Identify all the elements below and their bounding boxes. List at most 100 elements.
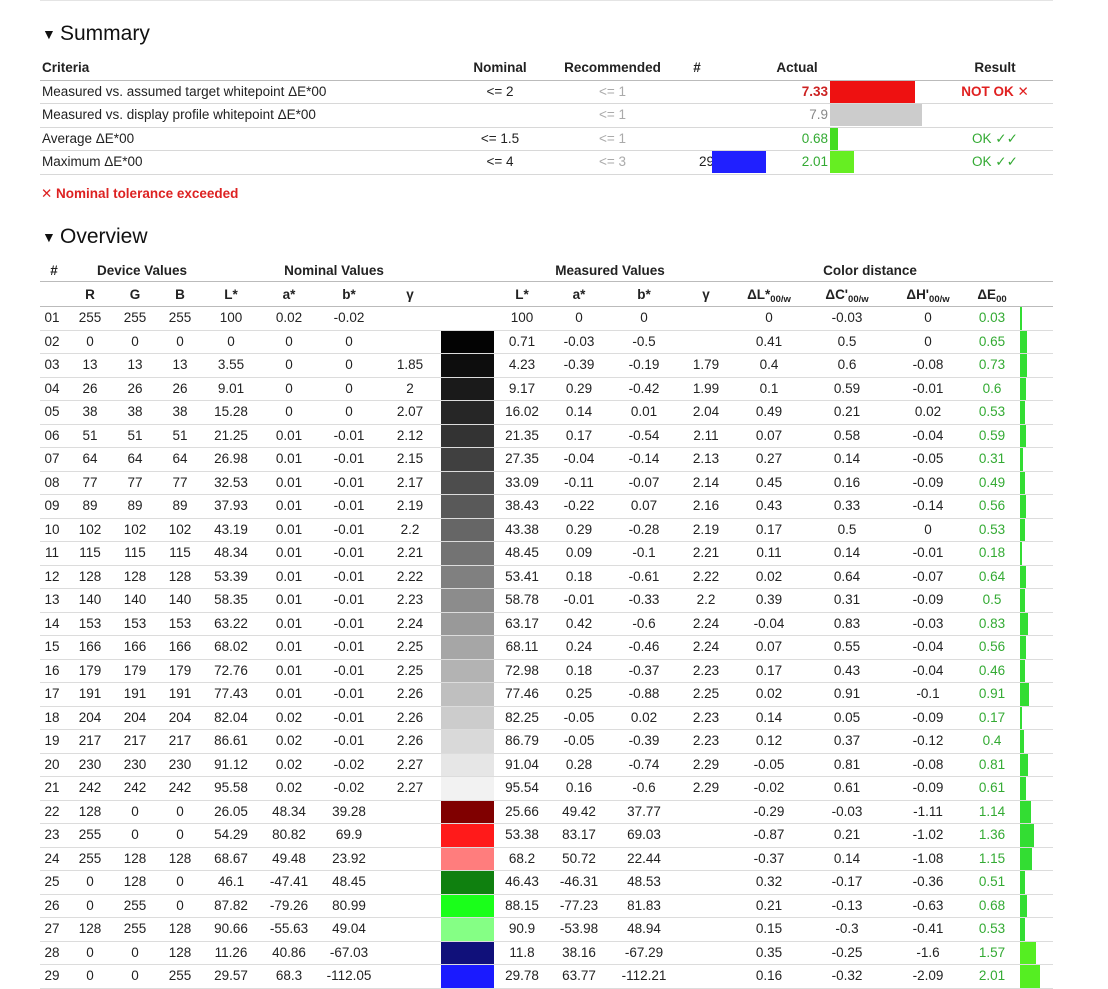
col-nominal-l: L*: [224, 287, 238, 302]
cell-device-g: 115: [124, 545, 146, 560]
cell-delta-c: 0.61: [833, 780, 861, 795]
cell-delta-e: 0.03: [978, 310, 1006, 325]
cell-nominal-l: 90.66: [214, 921, 248, 936]
cell-measured-gamma: 2.29: [692, 780, 720, 795]
cell-measured-gamma: 2.19: [692, 521, 720, 537]
cell-nominal-l: 48.34: [214, 545, 248, 560]
cell-nominal-gamma: 2.26: [396, 709, 424, 725]
summary-title: Summary: [60, 22, 150, 45]
col-delta-c: ΔC'00/w: [825, 287, 869, 305]
color-swatch: [441, 636, 494, 659]
cell-device-r: 0: [86, 968, 94, 983]
cell-measured-gamma: 2.11: [693, 427, 719, 443]
delta-e-bar: [1020, 871, 1025, 894]
cell-device-r: 0: [86, 333, 94, 349]
cell-delta-h: -1.08: [912, 850, 944, 866]
cell-device-r: 217: [78, 733, 102, 748]
cell-nominal-a: 0.01: [275, 639, 303, 654]
cell-measured-a: -0.22: [563, 498, 595, 513]
cell-measured-a: 0.14: [565, 404, 593, 419]
cell-delta-c: -0.25: [831, 944, 863, 960]
cell-delta-c: -0.13: [831, 897, 863, 913]
cell-measured-l: 95.54: [505, 780, 539, 795]
cell-patch-number: 01: [44, 310, 60, 325]
cell-patch-number: 22: [44, 803, 60, 819]
cell-nominal-l: 11.26: [214, 944, 248, 960]
cell-measured-b: -0.39: [628, 733, 660, 748]
cell-nominal-a: 68.3: [275, 968, 303, 983]
cell-delta-c: 0.21: [833, 827, 861, 842]
delta-e-bar: [1020, 683, 1029, 706]
summary-value-bar: [830, 127, 838, 150]
summary-result: NOT OK ✕: [961, 83, 1029, 99]
cell-nominal-l: 0: [227, 333, 235, 349]
table-row: 22 128 0 0 26.05 48.34 39.28 25.66 49.42 37.77 -0.…: [40, 800, 1053, 824]
cell-delta-l: 0.39: [755, 592, 783, 607]
cell-measured-a: 0.18: [565, 568, 593, 584]
cell-nominal-b: 80.99: [332, 897, 366, 913]
delta-e-bar: [1020, 542, 1022, 565]
cell-delta-c: 0.14: [833, 545, 861, 560]
cell-nominal-l: 100: [219, 310, 243, 325]
delta-e-bar: [1020, 377, 1026, 400]
cell-measured-l: 53.38: [505, 827, 539, 842]
cell-nominal-l: 68.02: [214, 639, 248, 654]
cell-patch-number: 29: [44, 968, 60, 983]
cell-nominal-b: -0.01: [333, 545, 365, 560]
col-b: B: [175, 287, 185, 302]
summary-recommended: <= 1: [598, 130, 627, 146]
cell-measured-a: -46.31: [559, 874, 599, 889]
cell-device-r: 64: [82, 451, 98, 466]
cell-delta-e: 0.4: [982, 733, 1002, 748]
cell-nominal-l: 32.53: [214, 474, 248, 490]
cell-device-b: 217: [168, 733, 192, 748]
cell-delta-e: 0.5: [982, 592, 1002, 607]
cell-device-r: 128: [78, 568, 102, 584]
cell-measured-b: 81.83: [627, 897, 661, 913]
cell-delta-h: -0.1: [916, 686, 940, 701]
cell-device-g: 255: [123, 897, 147, 913]
table-row: 20 230 230 230 91.12 0.02 -0.02 2.27 91.04 0.28 -0…: [40, 753, 1053, 777]
cell-measured-l: 43.38: [505, 521, 539, 537]
cell-measured-a: 0.09: [565, 545, 593, 560]
cell-delta-l: 0.14: [755, 709, 783, 725]
cell-patch-number: 26: [44, 897, 60, 913]
cell-device-r: 230: [78, 756, 102, 772]
cell-patch-number: 11: [44, 545, 59, 560]
cell-measured-b: -0.33: [628, 592, 660, 607]
cell-patch-number: 21: [44, 780, 60, 795]
cell-device-g: 128: [123, 874, 147, 889]
cell-device-r: 255: [78, 310, 102, 325]
cell-measured-a: 0.24: [565, 639, 593, 654]
cell-device-r: 51: [82, 427, 98, 443]
cell-delta-h: -0.09: [912, 709, 944, 725]
cell-patch-number: 28: [44, 944, 60, 960]
cell-nominal-l: 54.29: [214, 827, 248, 842]
table-row: 09 89 89 89 37.93 0.01 -0.01 2.19 38.43 -0.22 0.07…: [40, 495, 1053, 519]
overview-section-toggle[interactable]: ▼ Overview: [42, 225, 148, 249]
cell-nominal-gamma: 2.27: [396, 780, 424, 795]
summary-value-bar: [830, 151, 854, 173]
delta-e-bar: [1020, 589, 1025, 612]
cell-patch-number: 03: [44, 357, 60, 372]
cell-device-g: 89: [127, 498, 143, 513]
table-row: 02 0 0 0 0 0 0 0.71 -0.03 -0.5 0.41 0.5 0 0.65: [40, 330, 1053, 354]
cell-measured-gamma: 2.23: [692, 733, 720, 748]
cell-delta-l: 0.07: [755, 427, 783, 443]
cell-delta-h: -0.14: [912, 498, 944, 513]
cell-measured-a: 0.25: [565, 686, 593, 701]
color-swatch: [441, 800, 494, 823]
cell-measured-l: 9.17: [508, 380, 536, 396]
cell-measured-a: 38.16: [562, 944, 596, 960]
cell-measured-l: 90.9: [508, 921, 536, 936]
col-r: R: [85, 287, 95, 302]
cell-delta-h: 0: [924, 310, 932, 325]
cell-device-g: 204: [123, 709, 147, 725]
summary-section-toggle[interactable]: ▼ Summary: [42, 22, 150, 46]
cell-delta-e: 0.18: [978, 545, 1006, 560]
cell-nominal-b: 0: [345, 380, 353, 396]
cell-measured-b: -0.6: [632, 615, 656, 631]
cell-nominal-a: 49.48: [272, 850, 306, 866]
cell-measured-l: 82.25: [505, 709, 539, 725]
summary-patch-number: 29: [698, 154, 714, 169]
